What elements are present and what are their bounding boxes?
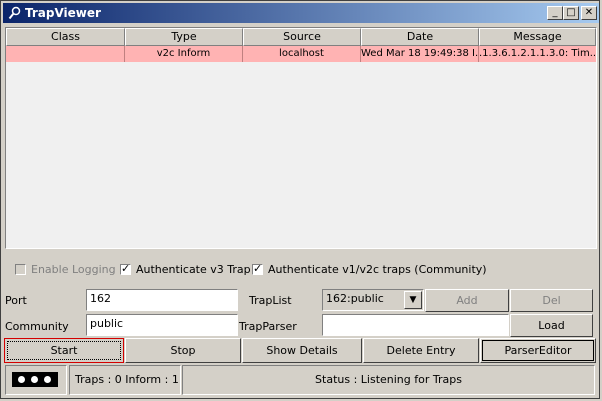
trapparser-field[interactable] [322, 314, 509, 336]
trap-table[interactable]: Class Type Source Date Message v2c Infor… [5, 27, 597, 249]
cell-type: v2c Inform [125, 46, 243, 62]
auth-v3-label: Authenticate v3 Trap [136, 263, 251, 276]
table-row[interactable]: v2c Inform localhost Wed Mar 18 19:49:38… [6, 46, 596, 62]
maximize-button[interactable]: □ [563, 6, 579, 20]
status-message: Status : Listening for Traps [182, 365, 595, 395]
traplist-label: TrapList [249, 294, 292, 307]
checkmark-icon: ✓ [253, 262, 263, 275]
auth-v1v2c-label: Authenticate v1/v2c traps (Community) [268, 263, 487, 276]
traplist-combo[interactable]: 162:public ▼ [322, 289, 424, 311]
community-field[interactable]: public [86, 314, 238, 336]
enable-logging-checkbox[interactable] [15, 264, 26, 275]
cell-date: Wed Mar 18 19:49:38 I... [361, 46, 479, 62]
minimize-button[interactable]: _ [547, 6, 563, 20]
activity-dots-icon [12, 372, 58, 387]
delete-entry-button[interactable]: Delete Entry [363, 338, 479, 363]
dropdown-arrow-icon[interactable]: ▼ [404, 291, 422, 309]
activity-indicator [5, 365, 67, 395]
cell-source: localhost [243, 46, 361, 62]
close-button[interactable]: ✕ [581, 6, 597, 20]
add-button[interactable]: Add [425, 289, 509, 312]
load-button[interactable]: Load [510, 314, 593, 337]
show-details-button[interactable]: Show Details [242, 338, 362, 363]
del-button[interactable]: Del [510, 289, 593, 312]
port-field[interactable]: 162 [86, 289, 238, 311]
column-header-date[interactable]: Date [361, 28, 479, 46]
auth-v1v2c-checkbox[interactable]: ✓ [252, 262, 263, 275]
trapviewer-window: TrapViewer _ □ ✕ Class Type Source Date … [0, 0, 600, 399]
auth-v3-checkbox[interactable]: ✓ [120, 262, 131, 275]
stop-button[interactable]: Stop [125, 338, 241, 363]
enable-logging-option[interactable]: Enable Logging [15, 263, 116, 276]
community-label: Community [5, 320, 69, 333]
auth-v1v2c-option[interactable]: ✓ Authenticate v1/v2c traps (Community) [252, 262, 487, 276]
cell-class [6, 46, 125, 62]
trapviewer-icon [8, 6, 21, 20]
window-title: TrapViewer [25, 6, 101, 20]
title-bar[interactable]: TrapViewer _ □ ✕ [3, 3, 599, 23]
port-label: Port [5, 294, 27, 307]
traplist-value: 162:public [326, 292, 384, 305]
auth-v3-option[interactable]: ✓ Authenticate v3 Trap [120, 262, 251, 276]
column-header-source[interactable]: Source [243, 28, 361, 46]
column-header-class[interactable]: Class [6, 28, 125, 46]
trapparser-label: TrapParser [239, 320, 297, 333]
column-header-message[interactable]: Message [479, 28, 596, 46]
checkmark-icon: ✓ [121, 262, 131, 275]
enable-logging-label: Enable Logging [31, 263, 116, 276]
start-button[interactable]: Start [4, 338, 124, 363]
column-header-type[interactable]: Type [125, 28, 243, 46]
cell-message: .1.3.6.1.2.1.1.3.0: Tim... [479, 48, 596, 59]
parser-editor-button[interactable]: ParserEditor [480, 338, 596, 363]
trap-counts: Traps : 0 Inform : 1 [69, 365, 181, 395]
